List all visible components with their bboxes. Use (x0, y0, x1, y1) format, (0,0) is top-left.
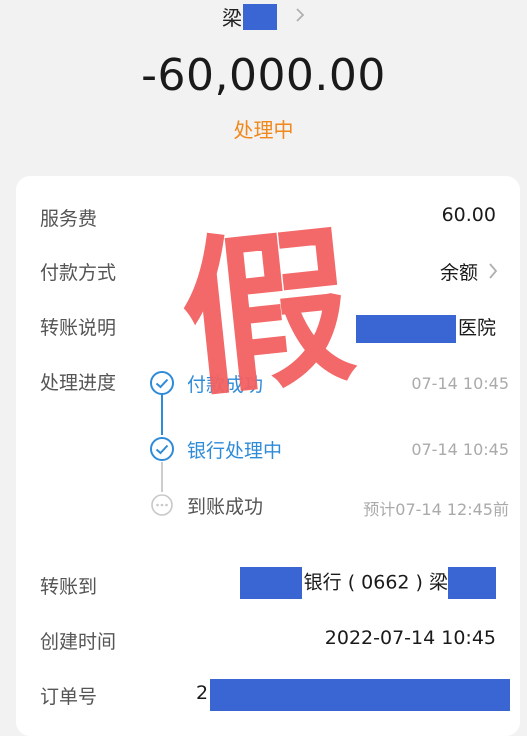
step-label: 到账成功 (187, 496, 264, 518)
transfer-to-label: 转账到 (40, 576, 98, 598)
progress-steps: 付款成功 07-14 10:45 银行处理中 07-14 10:45 到账成功 … (149, 366, 509, 526)
created-time-value: 2022-07-14 10:45 (324, 627, 496, 649)
order-number-value: 2 (196, 682, 209, 704)
redaction-box (210, 679, 510, 711)
step-time: 07-14 10:45 (411, 440, 509, 459)
payment-method-text: 余额 (439, 262, 478, 284)
payee-row[interactable]: 梁 (0, 2, 527, 32)
fee-label: 服务费 (40, 208, 98, 230)
transfer-amount: -60,000.00 (141, 50, 386, 101)
step-time: 07-14 10:45 (411, 374, 509, 393)
transfer-to-text: 银行 ( 0662 ) 梁 (303, 571, 448, 594)
transfer-note-value: 医院 (355, 313, 496, 343)
payment-method-value[interactable]: 余额 (440, 258, 498, 285)
chevron-right-icon[interactable] (295, 7, 305, 27)
transfer-note-text: 医院 (457, 317, 496, 339)
pending-circle-icon (149, 492, 175, 518)
created-time-label: 创建时间 (40, 631, 117, 653)
chevron-right-icon[interactable] (488, 262, 498, 285)
transfer-note-label: 转账说明 (40, 317, 117, 339)
transfer-to-value: 银行 ( 0662 ) 梁 (239, 567, 496, 599)
redaction-box (355, 314, 456, 343)
check-circle-icon (149, 436, 175, 462)
redaction-box (448, 567, 496, 599)
step-label: 付款成功 (187, 374, 264, 396)
details-card: 服务费 60.00 付款方式 余额 转账说明 医院 处理进度 付款成功 07-1… (16, 176, 520, 736)
check-circle-icon (149, 370, 175, 396)
progress-line-pending (161, 462, 163, 492)
payment-method-label: 付款方式 (40, 262, 117, 284)
progress-line (161, 392, 163, 435)
step-time: 预计07-14 12:45前 (363, 500, 509, 519)
progress-label: 处理进度 (40, 372, 117, 394)
step-label: 银行处理中 (187, 440, 283, 462)
status-text: 处理中 (233, 118, 294, 142)
redaction-box (243, 3, 277, 30)
redaction-box (239, 567, 302, 599)
order-number-label: 订单号 (40, 686, 98, 708)
transfer-header: 梁 -60,000.00 处理中 (0, 0, 527, 175)
payee-name: 梁 (222, 6, 242, 30)
fee-value: 60.00 (441, 204, 496, 226)
